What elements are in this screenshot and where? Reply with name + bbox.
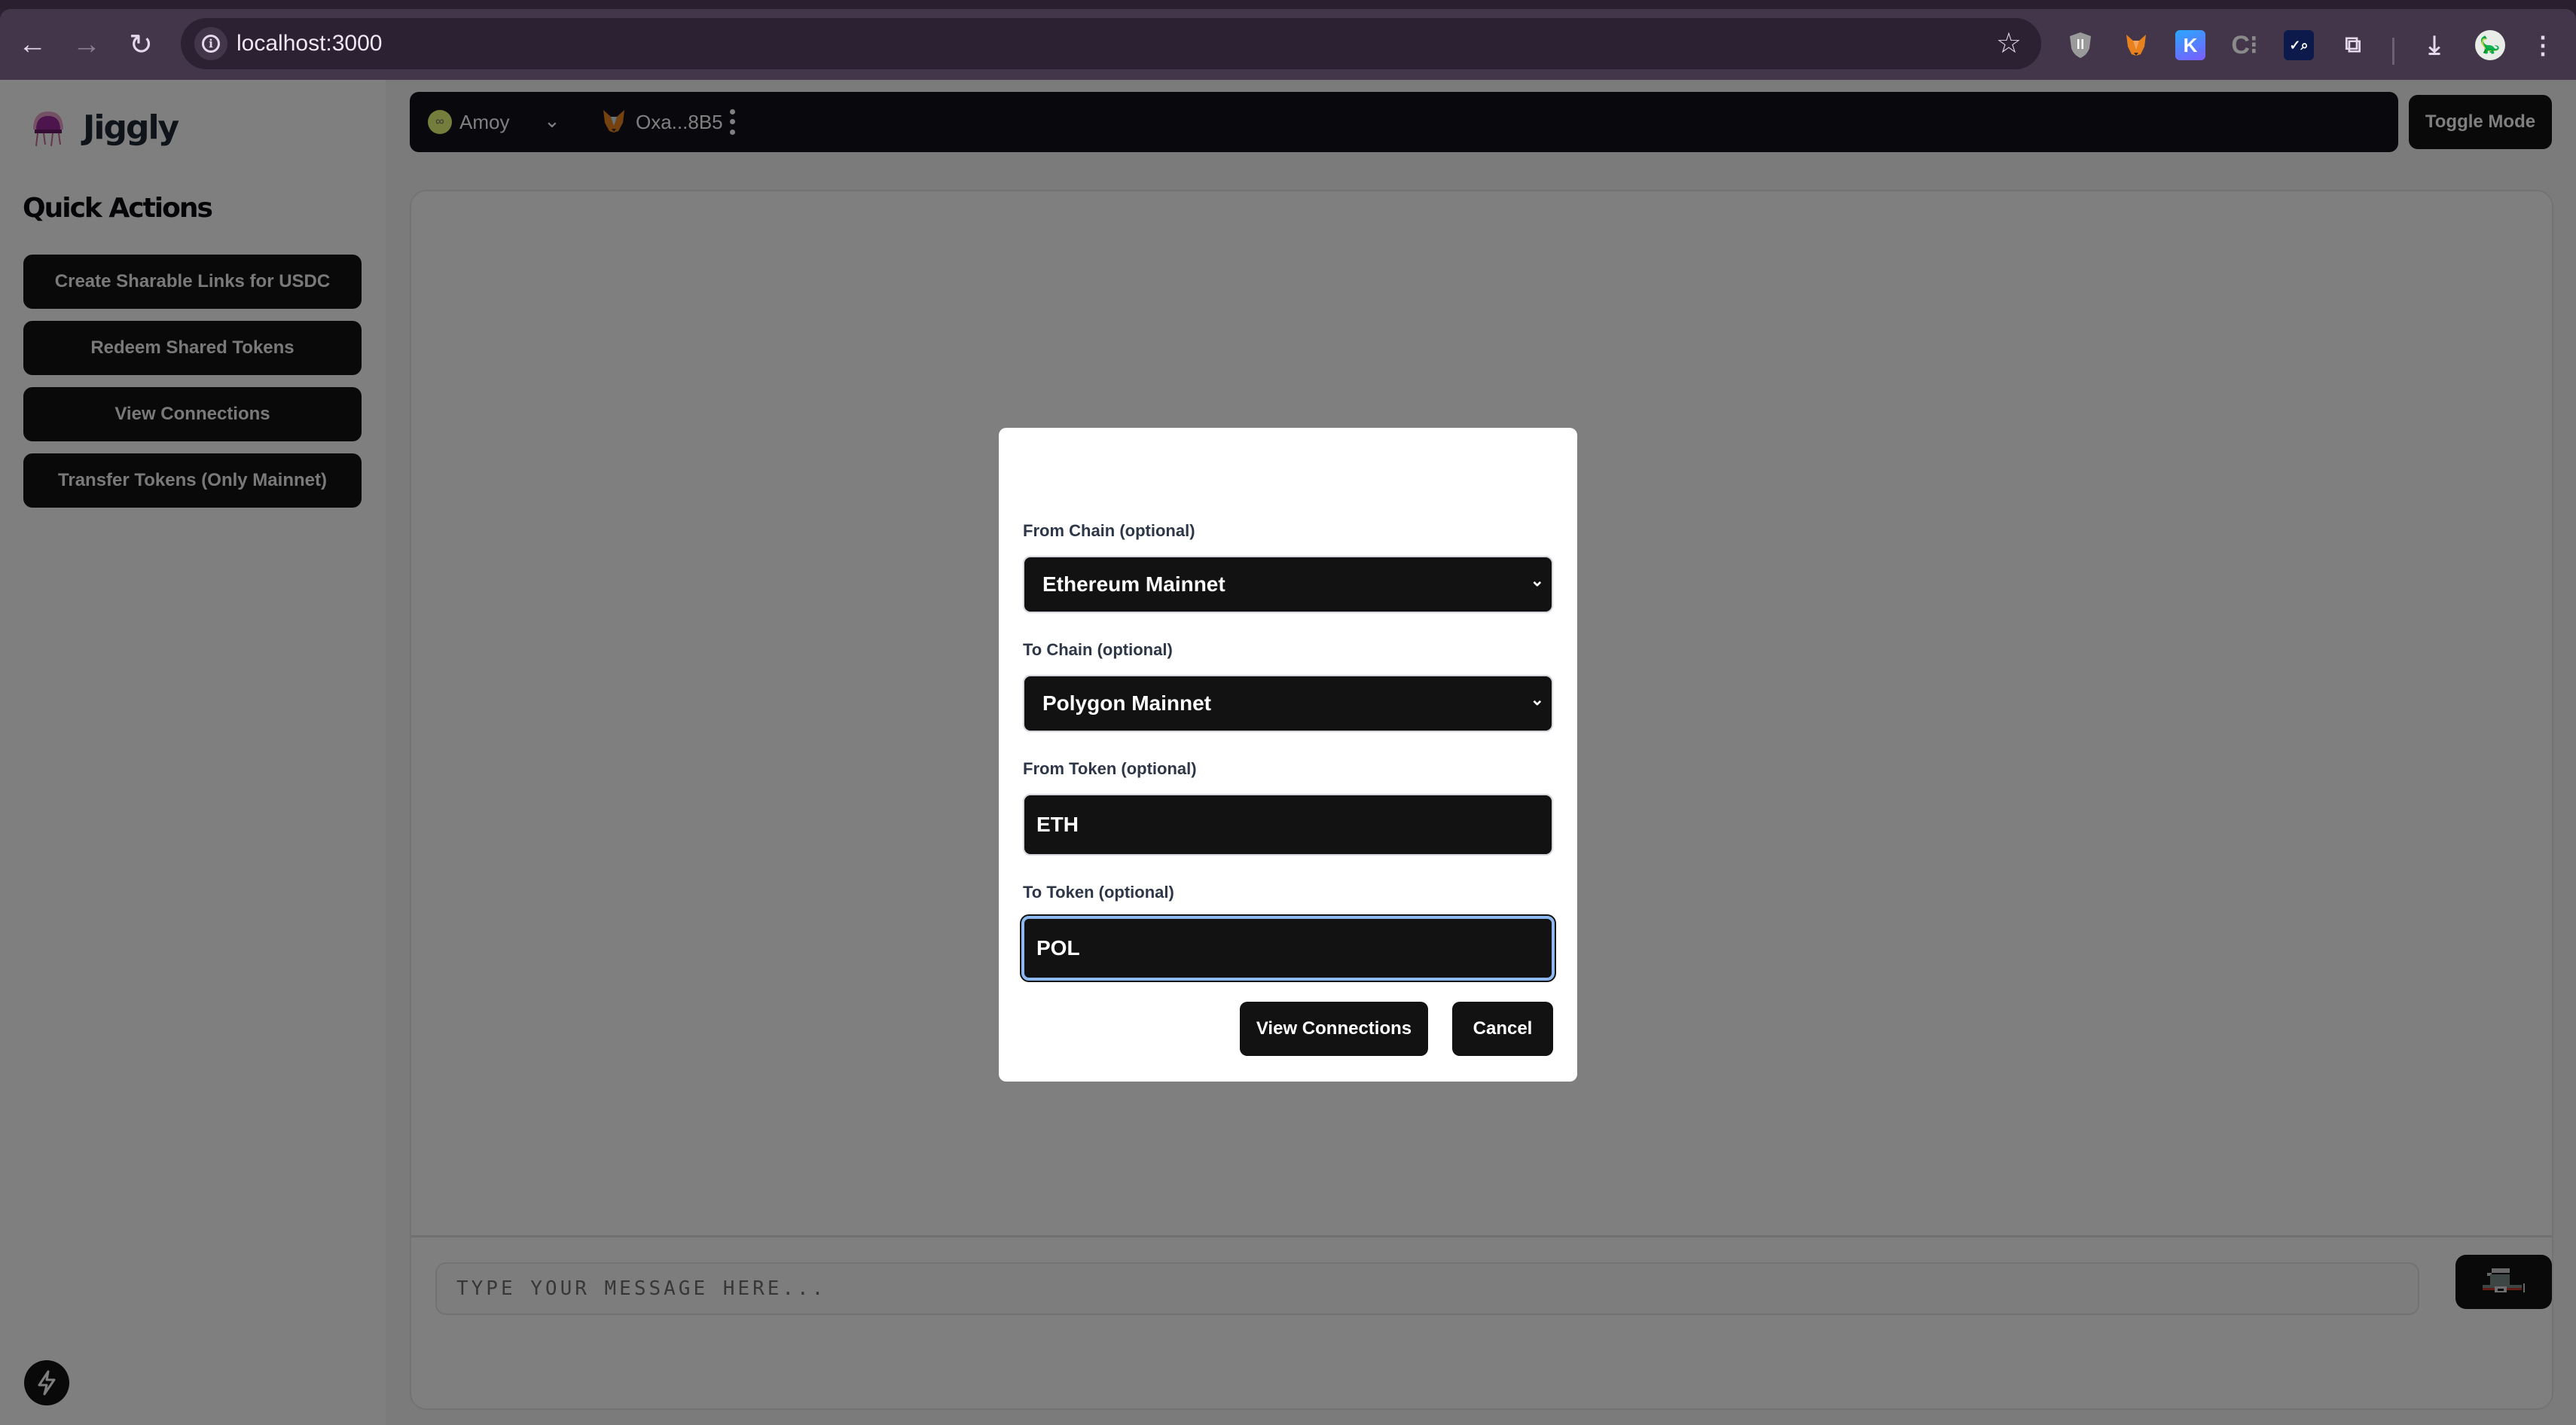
k-extension-icon[interactable]: K (2175, 30, 2205, 60)
from-chain-select[interactable]: Ethereum Mainnet ⌄ (1023, 556, 1553, 613)
view-connections-modal: From Chain (optional) Ethereum Mainnet ⌄… (999, 428, 1577, 1082)
from-chain-value: Ethereum Mainnet (1042, 572, 1225, 596)
c-extension-icon[interactable]: C⁝ (2230, 30, 2260, 60)
to-chain-value: Polygon Mainnet (1042, 691, 1211, 715)
reload-button[interactable]: ↻ (124, 27, 158, 62)
reload-icon: ↻ (129, 29, 153, 61)
chart-extension-icon[interactable]: ✓⌕ (2284, 30, 2314, 60)
to-chain-label: To Chain (optional) (1023, 640, 1173, 659)
forward-button[interactable]: → (69, 27, 104, 62)
browser-toolbar: ← → ↻ i localhost:3000 ☆ K C⁝ ✓⌕ ⧉ ⤓ 🦕 ⋮ (0, 9, 2576, 80)
to-chain-select[interactable]: Polygon Mainnet ⌄ (1023, 675, 1553, 732)
extensions-puzzle-icon[interactable]: ⧉ (2338, 30, 2368, 60)
toolbar-divider (2392, 38, 2394, 65)
site-info-button[interactable]: i (194, 27, 227, 60)
download-icon[interactable]: ⤓ (2419, 30, 2449, 60)
from-chain-label: From Chain (optional) (1023, 521, 1195, 540)
arrow-right-icon: → (72, 28, 101, 60)
from-token-label: From Token (optional) (1023, 759, 1197, 778)
chevron-down-icon: ⌄ (1530, 690, 1544, 709)
cancel-button[interactable]: Cancel (1452, 1002, 1553, 1056)
metamask-extension-icon[interactable] (2121, 30, 2151, 60)
address-bar[interactable]: i localhost:3000 ☆ (181, 18, 2041, 69)
from-token-input[interactable] (1023, 794, 1553, 856)
view-connections-submit-button[interactable]: View Connections (1240, 1002, 1428, 1056)
info-icon: i (202, 35, 220, 53)
profile-avatar[interactable]: 🦕 (2475, 30, 2505, 60)
tab-strip (0, 0, 2576, 9)
privacy-shield-extension-icon[interactable] (2065, 30, 2095, 60)
chevron-down-icon: ⌄ (1530, 571, 1544, 590)
url-text[interactable]: localhost:3000 (237, 29, 382, 59)
to-token-label: To Token (optional) (1023, 883, 1174, 902)
back-button[interactable]: ← (15, 27, 50, 62)
browser-menu-kebab-icon[interactable]: ⋮ (2528, 30, 2558, 60)
to-token-input[interactable] (1021, 916, 1555, 981)
arrow-left-icon: ← (18, 28, 47, 60)
bookmark-star-icon[interactable]: ☆ (1996, 26, 2022, 62)
